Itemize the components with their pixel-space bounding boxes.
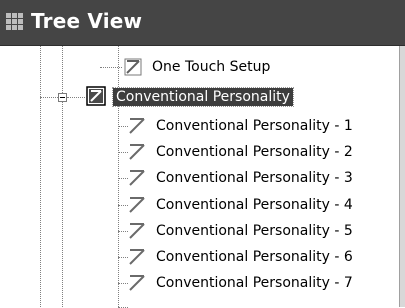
tree-item-one-touch-setup[interactable]: One Touch Setup — [152, 58, 270, 76]
grid-icon — [6, 13, 24, 31]
personality-icon — [129, 118, 145, 134]
title-bar: Tree View — [0, 0, 405, 46]
tree-line — [118, 283, 128, 284]
tree-pane[interactable]: One Touch Setup Conventional Personality… — [0, 46, 400, 308]
personality-icon — [129, 223, 145, 239]
tree-line — [118, 126, 128, 127]
personality-icon — [124, 58, 142, 76]
tree-line — [40, 46, 41, 307]
collapse-toggle[interactable] — [58, 93, 67, 102]
tree-item-conventional-personality-7[interactable]: Conventional Personality - 7 — [156, 274, 353, 292]
tree-item-conventional-personality-2[interactable]: Conventional Personality - 2 — [156, 143, 353, 161]
tree-line — [118, 205, 128, 206]
personality-icon — [129, 275, 145, 291]
tree-item-conventional-personality[interactable]: Conventional Personality — [112, 87, 294, 107]
tree-item-conventional-personality-6[interactable]: Conventional Personality - 6 — [156, 248, 353, 266]
personality-icon — [129, 170, 145, 186]
personality-folder-icon — [86, 86, 106, 106]
tree-line — [67, 97, 85, 98]
personality-icon — [129, 197, 145, 213]
tree-view-window: Tree View One Touch Setup Conventional P… — [0, 0, 405, 308]
tree-line — [40, 97, 58, 98]
tree-line — [62, 102, 63, 307]
tree-line — [100, 67, 122, 68]
tree-line — [62, 46, 63, 97]
tree-line — [118, 178, 128, 179]
tree-item-conventional-personality-4[interactable]: Conventional Personality - 4 — [156, 196, 353, 214]
tree-line — [118, 231, 128, 232]
tree-item-conventional-personality-5[interactable]: Conventional Personality - 5 — [156, 222, 353, 240]
personality-icon — [129, 249, 145, 265]
vertical-scrollbar[interactable] — [400, 46, 405, 307]
window-title: Tree View — [31, 9, 143, 33]
tree-item-conventional-personality-3[interactable]: Conventional Personality - 3 — [156, 169, 353, 187]
tree-item-conventional-personality-1[interactable]: Conventional Personality - 1 — [156, 117, 353, 135]
personality-icon — [129, 144, 145, 160]
tree-line — [118, 257, 128, 258]
tree-line — [118, 152, 128, 153]
tree-line — [118, 46, 119, 307]
